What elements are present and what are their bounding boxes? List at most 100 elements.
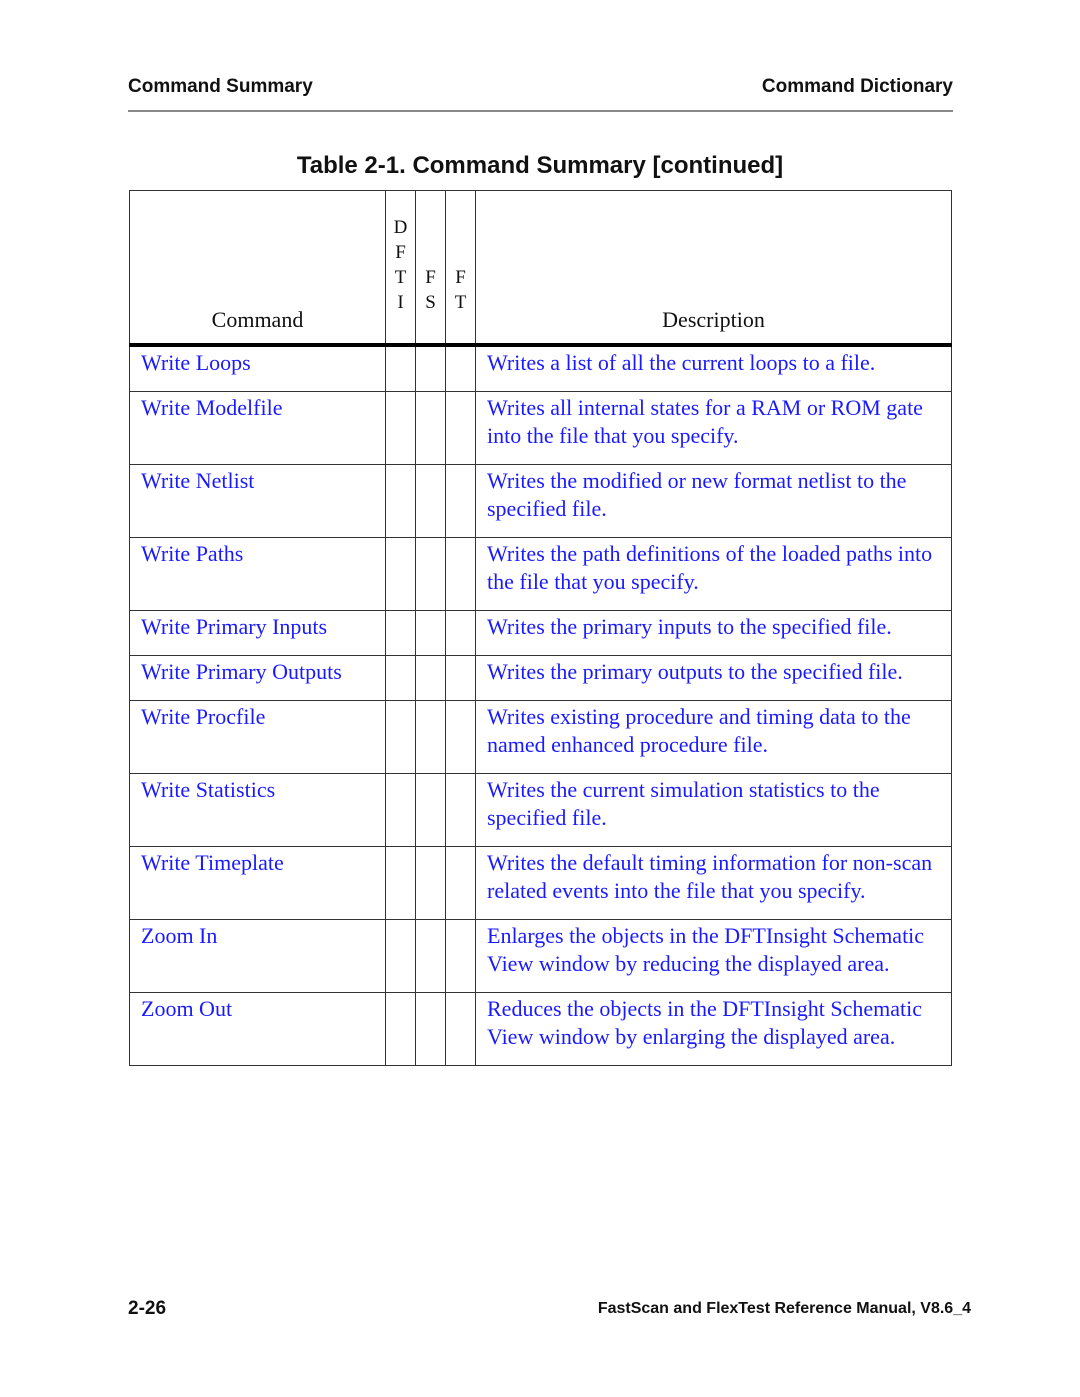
column-header-fs: FS xyxy=(415,190,446,347)
description-link[interactable]: Writes the default timing information fo… xyxy=(487,850,932,903)
flag-cell-ft xyxy=(445,919,476,993)
table-row: Write Primary Inputs Writes the primary i… xyxy=(129,610,952,656)
flag-cell-fs xyxy=(415,919,446,993)
flag-cell-dfti xyxy=(385,537,416,611)
flag-cell-fs xyxy=(415,992,446,1066)
column-header-ft: FT xyxy=(445,190,476,347)
description-link[interactable]: Writes existing procedure and timing dat… xyxy=(487,704,911,757)
description-cell: Writes existing procedure and timing dat… xyxy=(475,700,952,774)
command-cell: Write Modelfile xyxy=(129,391,386,465)
command-summary-table: Command DFTI FS FT Description Write Loo… xyxy=(129,190,952,1066)
command-cell: Zoom Out xyxy=(129,992,386,1066)
flag-cell-dfti xyxy=(385,846,416,920)
description-cell: Writes the path definitions of the loade… xyxy=(475,537,952,611)
flag-cell-dfti xyxy=(385,610,416,656)
flag-cell-fs xyxy=(415,391,446,465)
flag-cell-fs xyxy=(415,700,446,774)
column-header-letter: D xyxy=(393,217,408,238)
flag-cell-dfti xyxy=(385,391,416,465)
column-header-letter: I xyxy=(397,292,404,313)
flag-cell-ft xyxy=(445,992,476,1066)
flag-cell-dfti xyxy=(385,700,416,774)
command-link[interactable]: Write Primary Inputs xyxy=(141,614,327,639)
flag-cell-dfti xyxy=(385,919,416,993)
flag-cell-dfti xyxy=(385,773,416,847)
description-link[interactable]: Enlarges the objects in the DFTInsight S… xyxy=(487,923,924,976)
command-cell: Write Loops xyxy=(129,344,386,392)
flag-cell-dfti xyxy=(385,655,416,701)
column-header-letter: S xyxy=(425,292,436,313)
command-cell: Write Statistics xyxy=(129,773,386,847)
table-row: Write Timeplate Writes the default timing… xyxy=(129,846,952,920)
command-link[interactable]: Zoom In xyxy=(141,923,217,948)
page-number: 2-26 xyxy=(128,1298,167,1319)
description-link[interactable]: Writes the current simulation statistics… xyxy=(487,777,880,830)
command-cell: Write Procfile xyxy=(129,700,386,774)
table-row: Write Modelfile Writes all internal state… xyxy=(129,391,952,465)
command-link[interactable]: Write Timeplate xyxy=(141,850,284,875)
description-link[interactable]: Writes the modified or new format netlis… xyxy=(487,468,906,521)
flag-cell-ft xyxy=(445,537,476,611)
flag-cell-fs xyxy=(415,846,446,920)
command-cell: Write Primary Inputs xyxy=(129,610,386,656)
description-cell: Writes the current simulation statistics… xyxy=(475,773,952,847)
description-link[interactable]: Writes the primary outputs to the specif… xyxy=(487,659,903,684)
manual-title: FastScan and FlexTest Reference Manual, … xyxy=(597,1300,971,1317)
description-link[interactable]: Reduces the objects in the DFTInsight Sc… xyxy=(487,996,922,1049)
command-link[interactable]: Write Statistics xyxy=(141,777,275,802)
column-header-command: Command xyxy=(129,190,386,347)
column-header-letter: F xyxy=(425,267,436,288)
command-link[interactable]: Zoom Out xyxy=(141,996,232,1021)
table-row: Zoom Out Reduces the objects in the DFTIn… xyxy=(129,992,952,1066)
command-link[interactable]: Write Procfile xyxy=(141,704,265,729)
description-link[interactable]: Writes a list of all the current loops t… xyxy=(487,350,875,375)
command-link[interactable]: Write Paths xyxy=(141,541,243,566)
flag-cell-fs xyxy=(415,464,446,538)
description-cell: Writes the primary inputs to the specifi… xyxy=(475,610,952,656)
command-link[interactable]: Write Primary Outputs xyxy=(141,659,342,684)
flag-cell-fs xyxy=(415,655,446,701)
flag-cell-ft xyxy=(445,464,476,538)
command-link[interactable]: Write Modelfile xyxy=(141,395,282,420)
description-cell: Writes the default timing information fo… xyxy=(475,846,952,920)
flag-cell-dfti xyxy=(385,464,416,538)
description-cell: Writes the modified or new format netlis… xyxy=(475,464,952,538)
table-row: Zoom In Enlarges the objects in the DFTIn… xyxy=(129,919,952,993)
flag-cell-ft xyxy=(445,391,476,465)
table-row: Write Statistics Writes the current simul… xyxy=(129,773,952,847)
table-title: Table 2-1. Command Summary [continued] xyxy=(296,152,784,179)
table-header-row: Command DFTI FS FT Description xyxy=(129,190,952,347)
command-cell: Write Primary Outputs xyxy=(129,655,386,701)
table-row: Write Netlist Writes the modified or new … xyxy=(129,464,952,538)
table-body: Write Loops Writes a list of all the curr… xyxy=(129,344,952,1066)
flag-cell-ft xyxy=(445,610,476,656)
column-header-letter: T xyxy=(454,292,467,313)
header-divider xyxy=(128,110,953,112)
description-link[interactable]: Writes the path definitions of the loade… xyxy=(487,541,932,594)
description-cell: Writes the primary outputs to the specif… xyxy=(475,655,952,701)
flag-cell-fs xyxy=(415,610,446,656)
section-name: Command Summary xyxy=(128,76,313,97)
description-link[interactable]: Writes the primary inputs to the specifi… xyxy=(487,614,892,639)
flag-cell-ft xyxy=(445,344,476,392)
flag-cell-ft xyxy=(445,773,476,847)
column-header-letter: T xyxy=(394,267,407,288)
flag-cell-ft xyxy=(445,655,476,701)
description-cell: Writes a list of all the current loops t… xyxy=(475,344,952,392)
page-footer: 2-26 FastScan and FlexTest Reference Man… xyxy=(128,1298,971,1320)
table-row: Write Loops Writes a list of all the curr… xyxy=(129,344,952,392)
command-link[interactable]: Write Netlist xyxy=(141,468,254,493)
flag-cell-dfti xyxy=(385,344,416,392)
command-cell: Write Netlist xyxy=(129,464,386,538)
table-row: Write Primary Outputs Writes the primary … xyxy=(129,655,952,701)
table-row: Write Procfile Writes existing procedure … xyxy=(129,700,952,774)
command-link[interactable]: Write Loops xyxy=(141,350,251,375)
description-cell: Writes all internal states for a RAM or … xyxy=(475,391,952,465)
flag-cell-fs xyxy=(415,773,446,847)
description-cell: Enlarges the objects in the DFTInsight S… xyxy=(475,919,952,993)
flag-cell-ft xyxy=(445,846,476,920)
flag-cell-ft xyxy=(445,700,476,774)
command-cell: Zoom In xyxy=(129,919,386,993)
description-link[interactable]: Writes all internal states for a RAM or … xyxy=(487,395,923,448)
column-header-letter: F xyxy=(395,242,406,263)
